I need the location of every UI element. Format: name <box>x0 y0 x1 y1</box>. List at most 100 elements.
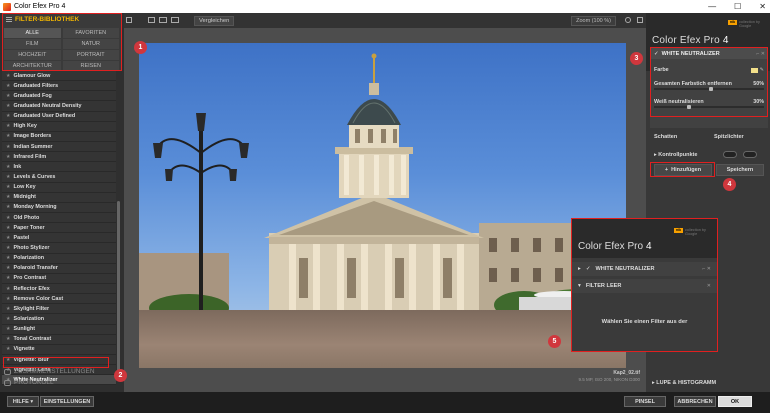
section-history[interactable]: PROTOKOLL <box>4 379 54 386</box>
filter-item[interactable]: ★ Pro Contrast <box>2 273 116 284</box>
settings-button[interactable]: EINSTELLUNGEN <box>40 396 94 407</box>
favorite-star-icon[interactable]: ★ <box>6 245 10 251</box>
filter-item[interactable]: ★ Ink <box>2 162 116 173</box>
filter-item[interactable]: ★ Glamour Glow <box>2 71 116 82</box>
single-view-icon[interactable] <box>148 17 155 23</box>
nik-collection-label: collection by Google <box>739 20 760 28</box>
preview-photo[interactable] <box>139 43 626 368</box>
collapse-left-icon[interactable] <box>126 17 132 23</box>
favorite-star-icon[interactable]: ★ <box>6 306 10 312</box>
favorite-star-icon[interactable]: ★ <box>6 154 10 160</box>
callout-4: 4 <box>723 178 736 191</box>
favorite-star-icon[interactable]: ★ <box>6 93 10 99</box>
filter-item[interactable]: ★ Photo Stylizer <box>2 243 116 254</box>
inset-brand-header: nik collection by Google Color Efex Pro 4 <box>572 219 717 258</box>
favorite-star-icon[interactable]: ★ <box>6 225 10 231</box>
favorite-star-icon[interactable]: ★ <box>6 123 10 129</box>
filter-item[interactable]: ★ Midnight <box>2 192 116 203</box>
filter-item[interactable]: ★ Indian Summer <box>2 141 116 153</box>
help-button[interactable]: HILFE ▾ <box>7 396 39 407</box>
inset-filter-options-icon[interactable]: ⌐ ✕ <box>703 266 712 272</box>
minimize-button[interactable]: — <box>708 2 716 11</box>
filter-item[interactable]: ★ Levels & Curves <box>2 172 116 183</box>
shadows-label: Schatten <box>654 134 678 140</box>
maximize-button[interactable]: ☐ <box>734 2 741 11</box>
callout-2: 2 <box>114 369 127 382</box>
bottom-bar: HILFE ▾ EINSTELLUNGEN PINSEL ABBRECHEN O… <box>0 392 770 413</box>
add-control-point-toggle[interactable] <box>723 151 737 158</box>
filter-item[interactable]: ★ Tonal Contrast <box>2 334 116 345</box>
filter-scrollbar[interactable] <box>117 201 120 371</box>
favorite-star-icon[interactable]: ★ <box>6 174 10 180</box>
filter-item[interactable]: ★ Reflector Efex <box>2 283 116 295</box>
highlight-filter-card <box>650 47 768 117</box>
favorite-star-icon[interactable]: ★ <box>6 184 10 190</box>
highlight-library-header <box>2 13 122 71</box>
favorite-star-icon[interactable]: ★ <box>6 265 10 271</box>
loupe-histogram-toggle[interactable]: ▸ LUPE & HISTOGRAMM <box>652 380 716 386</box>
filter-item[interactable]: ★ Polarization <box>2 253 116 264</box>
favorite-star-icon[interactable]: ★ <box>6 286 10 292</box>
inset-filter-row[interactable]: ▸ ✓ WHITE NEUTRALIZER ⌐ ✕ <box>572 262 717 276</box>
inset-remove-icon[interactable]: ✕ <box>707 283 711 289</box>
collapse-right-icon[interactable] <box>637 17 643 23</box>
window-title: Color Efex Pro 4 <box>14 3 66 10</box>
compare-button[interactable]: Vergleichen <box>194 16 235 26</box>
inset-collapse-icon[interactable]: ▾ <box>578 283 581 289</box>
favorite-star-icon[interactable]: ★ <box>6 204 10 210</box>
favorite-star-icon[interactable]: ★ <box>6 164 10 170</box>
cancel-button[interactable]: ABBRECHEN <box>674 396 716 407</box>
empty-filter-inset: nik collection by Google Color Efex Pro 4… <box>571 218 718 352</box>
favorite-star-icon[interactable]: ★ <box>6 336 10 342</box>
filter-item[interactable]: ★ Vignette <box>2 344 116 355</box>
favorite-star-icon[interactable]: ★ <box>6 255 10 261</box>
filter-item[interactable]: ★ Graduated Filters <box>2 81 116 92</box>
inset-expand-icon[interactable]: ▸ <box>578 266 581 272</box>
remove-control-point-toggle[interactable] <box>743 151 757 158</box>
filter-item[interactable]: ★ Monday Morning <box>2 202 116 213</box>
favorite-star-icon[interactable]: ★ <box>6 133 10 139</box>
filter-item[interactable]: ★ Image Borders <box>2 131 116 142</box>
favorite-star-icon[interactable]: ★ <box>6 346 10 352</box>
favorite-star-icon[interactable]: ★ <box>6 73 10 79</box>
favorite-star-icon[interactable]: ★ <box>6 144 10 150</box>
side-by-side-icon[interactable] <box>171 17 179 23</box>
favorite-star-icon[interactable]: ★ <box>6 113 10 119</box>
favorite-star-icon[interactable]: ★ <box>6 215 10 221</box>
split-view-icon[interactable] <box>159 17 167 23</box>
zoom-select[interactable]: Zoom (100 %) <box>571 16 616 26</box>
save-preset-button[interactable]: Speichern <box>716 164 764 176</box>
control-points-label[interactable]: ▸ Kontrollpunkte <box>654 152 697 158</box>
filter-item[interactable]: ★ Sunlight <box>2 324 116 335</box>
favorite-star-icon[interactable]: ★ <box>6 83 10 89</box>
filter-item[interactable]: ★ Graduated User Defined <box>2 111 116 122</box>
photo-info: 9.5 MP, ISO 200, NIKON D300 <box>578 376 640 382</box>
close-button[interactable]: ✕ <box>759 2 766 11</box>
filter-item[interactable]: ★ Graduated Fog <box>2 91 116 102</box>
inset-nik-logo: nik <box>674 228 683 233</box>
favorite-star-icon[interactable]: ★ <box>6 103 10 109</box>
favorite-star-icon[interactable]: ★ <box>6 326 10 332</box>
favorite-star-icon[interactable]: ★ <box>6 316 10 322</box>
filter-item[interactable]: ★ Polaroid Transfer <box>2 263 116 274</box>
filter-item[interactable]: ★ Solarization <box>2 314 116 325</box>
filter-item[interactable]: ★ Infrared Film <box>2 152 116 163</box>
filter-item[interactable]: ★ Old Photo <box>2 212 116 224</box>
favorite-star-icon[interactable]: ★ <box>6 194 10 200</box>
background-icon[interactable] <box>625 17 631 23</box>
filter-item[interactable]: ★ Low Key <box>2 182 116 193</box>
filter-item[interactable]: ★ Remove Color Cast <box>2 294 116 305</box>
inset-empty-filter-row[interactable]: ▾ FILTER LEER ✕ <box>572 279 717 293</box>
favorite-star-icon[interactable]: ★ <box>6 235 10 241</box>
filter-item[interactable]: ★ Skylight Filter <box>2 304 116 315</box>
favorite-star-icon[interactable]: ★ <box>6 296 10 302</box>
ok-button[interactable]: OK <box>718 396 752 407</box>
favorite-star-icon[interactable]: ★ <box>6 275 10 281</box>
filter-item[interactable]: ★ High Key <box>2 121 116 132</box>
section-presets[interactable]: ZUSAMMENSTELLUNGEN <box>4 368 95 375</box>
filter-item[interactable]: ★ Pastel <box>2 233 116 244</box>
brush-button[interactable]: PINSEL <box>624 396 666 407</box>
inset-check-icon[interactable]: ✓ <box>586 266 591 272</box>
filter-item[interactable]: ★ Graduated Neutral Density <box>2 101 116 112</box>
filter-item[interactable]: ★ Paper Toner <box>2 223 116 234</box>
